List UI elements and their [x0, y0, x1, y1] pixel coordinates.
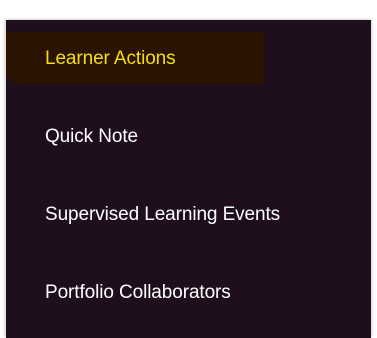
navigation-menu: Learner Actions Quick Note Supervised Le… [6, 20, 371, 338]
menu-item-learner-actions[interactable]: Learner Actions [6, 32, 264, 84]
menu-item-portfolio-collaborators[interactable]: Portfolio Collaborators [6, 266, 371, 318]
menu-item-quick-note[interactable]: Quick Note [6, 110, 371, 162]
menu-item-label: Learner Actions [45, 47, 176, 69]
menu-item-supervised-learning-events[interactable]: Supervised Learning Events [6, 188, 371, 240]
menu-item-label: Quick Note [45, 125, 138, 147]
menu-item-label: Supervised Learning Events [45, 203, 281, 225]
menu-item-label: Portfolio Collaborators [45, 281, 231, 303]
